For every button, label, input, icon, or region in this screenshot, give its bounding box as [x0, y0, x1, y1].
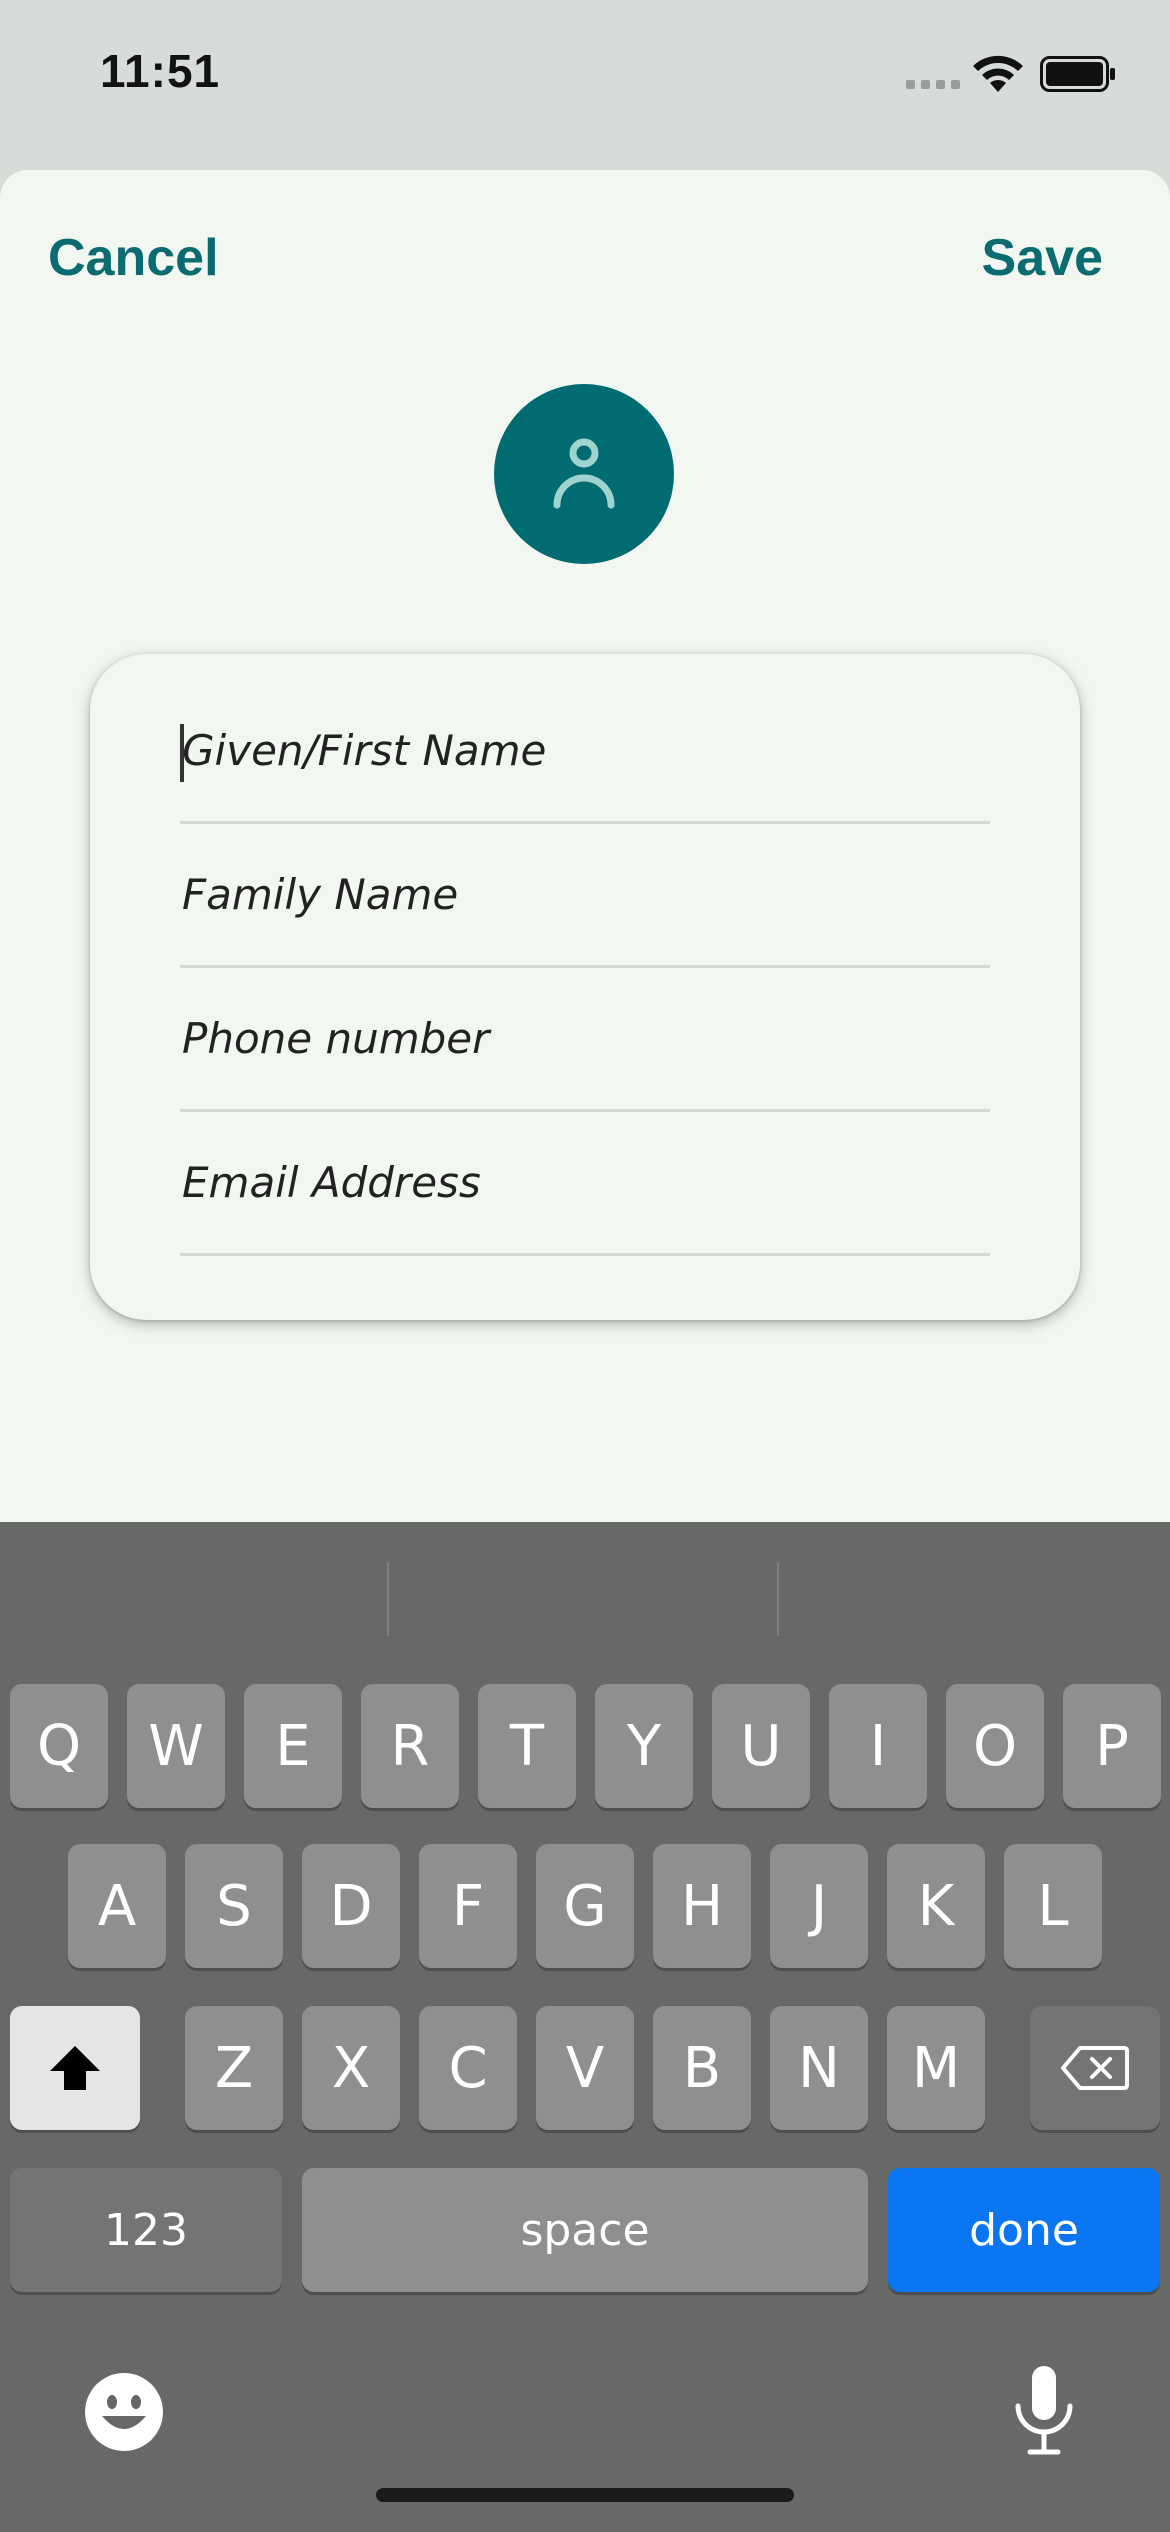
key-z[interactable]: Z [185, 2006, 283, 2130]
given-name-field[interactable] [180, 680, 992, 824]
key-h[interactable]: H [653, 1844, 751, 1968]
key-v[interactable]: V [536, 2006, 634, 2130]
key-u[interactable]: U [712, 1684, 810, 1808]
done-key[interactable]: done [888, 2168, 1160, 2292]
key-w[interactable]: W [127, 1684, 225, 1808]
key-a[interactable]: A [68, 1844, 166, 1968]
dictation-button[interactable] [1012, 2364, 1076, 2456]
given-name-input[interactable] [180, 680, 992, 821]
key-t[interactable]: T [478, 1684, 576, 1808]
key-c[interactable]: C [419, 2006, 517, 2130]
key-b[interactable]: B [653, 2006, 751, 2130]
keyboard: Q W E R T Y U I O P A S D F G H J K L Z … [0, 1522, 1170, 2532]
space-key[interactable]: space [302, 2168, 868, 2292]
text-caret [180, 724, 184, 782]
family-name-field[interactable] [180, 824, 992, 968]
key-y[interactable]: Y [595, 1684, 693, 1808]
delete-key[interactable] [1030, 2006, 1160, 2130]
emoji-icon [85, 2373, 163, 2451]
status-time: 11:51 [100, 45, 221, 97]
numbers-key[interactable]: 123 [10, 2168, 282, 2292]
key-g[interactable]: G [536, 1844, 634, 1968]
key-f[interactable]: F [419, 1844, 517, 1968]
key-n[interactable]: N [770, 2006, 868, 2130]
cancel-button[interactable]: Cancel [48, 228, 219, 288]
contact-form-card [90, 654, 1080, 1320]
key-s[interactable]: S [185, 1844, 283, 1968]
suggestion-divider [777, 1562, 779, 1636]
avatar[interactable] [494, 384, 674, 564]
new-contact-sheet: Cancel Save [0, 170, 1170, 1570]
status-bar: 11:51 [0, 0, 1170, 150]
key-q[interactable]: Q [10, 1684, 108, 1808]
signal-icon [906, 80, 960, 89]
key-d[interactable]: D [302, 1844, 400, 1968]
shift-icon [50, 2046, 100, 2090]
key-l[interactable]: L [1004, 1844, 1102, 1968]
phone-number-input[interactable] [180, 968, 992, 1109]
key-m[interactable]: M [887, 2006, 985, 2130]
delete-icon [1061, 2046, 1129, 2090]
key-x[interactable]: X [302, 2006, 400, 2130]
microphone-icon [1015, 2366, 1073, 2455]
emoji-button[interactable] [84, 2372, 164, 2452]
key-p[interactable]: P [1063, 1684, 1161, 1808]
suggestion-divider [387, 1562, 389, 1636]
key-j[interactable]: J [770, 1844, 868, 1968]
wifi-icon [973, 55, 1023, 92]
shift-key[interactable] [10, 2006, 140, 2130]
family-name-input[interactable] [180, 824, 992, 965]
key-k[interactable]: K [887, 1844, 985, 1968]
phone-number-field[interactable] [180, 968, 992, 1112]
email-address-input[interactable] [180, 1112, 992, 1253]
battery-icon [1040, 56, 1115, 92]
person-icon [553, 438, 615, 509]
key-e[interactable]: E [244, 1684, 342, 1808]
key-o[interactable]: O [946, 1684, 1044, 1808]
key-r[interactable]: R [361, 1684, 459, 1808]
home-indicator[interactable] [376, 2488, 794, 2502]
email-address-field[interactable] [180, 1112, 992, 1256]
save-button[interactable]: Save [982, 228, 1103, 288]
key-i[interactable]: I [829, 1684, 927, 1808]
